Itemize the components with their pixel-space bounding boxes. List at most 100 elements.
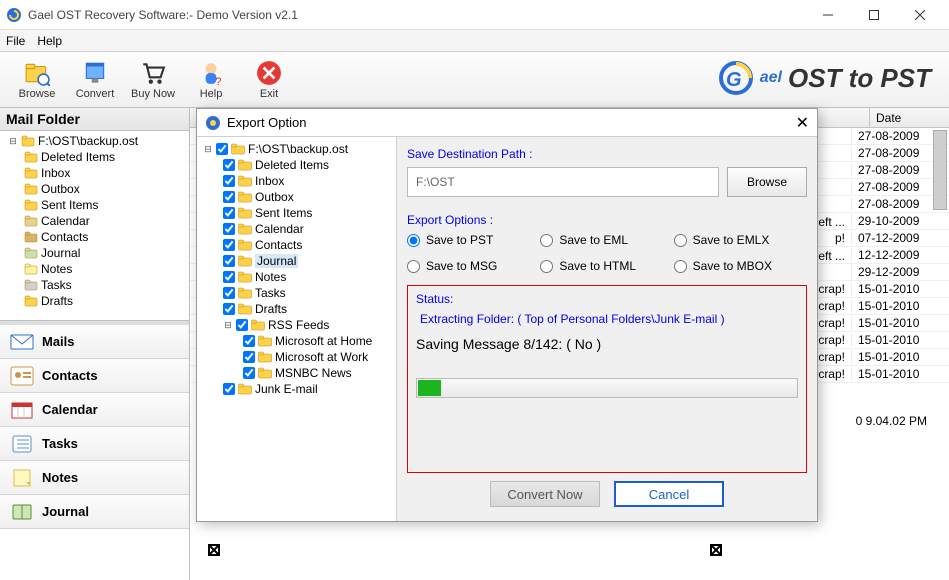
export-option-save to eml[interactable]: Save to EML xyxy=(540,233,673,247)
progress-fill xyxy=(418,380,441,396)
export-tree[interactable]: ⊟F:\OST\backup.ostDeleted ItemsInboxOutb… xyxy=(197,137,397,521)
tree-item[interactable]: Tasks xyxy=(4,277,185,293)
tree-item[interactable]: Outbox xyxy=(4,181,185,197)
status-box: Status: Extracting Folder: ( Top of Pers… xyxy=(407,285,807,473)
help-icon: ? xyxy=(198,60,224,86)
export-tree-item[interactable]: Journal xyxy=(201,253,392,269)
row-subject: scrap! xyxy=(812,367,851,381)
nav-journal[interactable]: Journal xyxy=(0,495,189,529)
nav-calendar[interactable]: Calendar xyxy=(0,393,189,427)
dialog-titlebar: Export Option ✕ xyxy=(197,109,817,137)
row-date: 29-12-2009 xyxy=(851,265,931,279)
nav-tasks[interactable]: Tasks xyxy=(0,427,189,461)
tree-item[interactable]: Calendar xyxy=(4,213,185,229)
export-tree-item[interactable]: Microsoft at Home xyxy=(201,333,392,349)
export-tree-item[interactable]: Notes xyxy=(201,269,392,285)
folder-tree[interactable]: ⊟F:\OST\backup.ostDeleted ItemsInboxOutb… xyxy=(0,131,189,321)
tree-checkbox[interactable] xyxy=(223,287,235,299)
export-tree-item[interactable]: Outbox xyxy=(201,189,392,205)
export-tree-item[interactable]: Junk E-mail xyxy=(201,381,392,397)
toolbar-exit[interactable]: Exit xyxy=(240,54,298,106)
tree-checkbox[interactable] xyxy=(223,191,235,203)
row-date: 27-08-2009 xyxy=(851,163,931,177)
export-tree-item[interactable]: Inbox xyxy=(201,173,392,189)
tasks-icon xyxy=(10,433,34,455)
minimize-button[interactable] xyxy=(805,0,851,30)
toolbar-buy[interactable]: Buy Now xyxy=(124,54,182,106)
export-option-save to mbox[interactable]: Save to MBOX xyxy=(674,259,807,273)
tree-checkbox[interactable] xyxy=(216,143,228,155)
tree-checkbox[interactable] xyxy=(223,207,235,219)
export-tree-item[interactable]: Drafts xyxy=(201,301,392,317)
nav-notes[interactable]: Notes xyxy=(0,461,189,495)
scrollbar-thumb[interactable] xyxy=(933,130,947,210)
tree-root[interactable]: ⊟F:\OST\backup.ost xyxy=(4,133,185,149)
save-path-input[interactable]: F:\OST xyxy=(407,167,719,197)
save-path-label: Save Destination Path : xyxy=(407,147,807,161)
export-option-save to pst[interactable]: Save to PST xyxy=(407,233,540,247)
tree-checkbox[interactable] xyxy=(236,319,248,331)
convert-now-button[interactable]: Convert Now xyxy=(490,481,600,507)
export-tree-item[interactable]: Tasks xyxy=(201,285,392,301)
brand-text: OST to PST xyxy=(788,63,931,94)
toolbar-browse[interactable]: Browse xyxy=(8,54,66,106)
nav-mails[interactable]: Mails xyxy=(0,325,189,359)
toolbar-help[interactable]: ? Help xyxy=(182,54,240,106)
browse-button[interactable]: Browse xyxy=(727,167,807,197)
tree-item[interactable]: Sent Items xyxy=(4,197,185,213)
export-option-save to msg[interactable]: Save to MSG xyxy=(407,259,540,273)
export-tree-root[interactable]: ⊟F:\OST\backup.ost xyxy=(201,141,392,157)
tree-checkbox[interactable] xyxy=(243,367,255,379)
dialog-close-icon[interactable]: ✕ xyxy=(796,113,809,133)
export-option-save to html[interactable]: Save to HTML xyxy=(540,259,673,273)
radio-input[interactable] xyxy=(407,260,420,273)
tree-item[interactable]: Notes xyxy=(4,261,185,277)
tree-checkbox[interactable] xyxy=(223,303,235,315)
nav-contacts[interactable]: Contacts xyxy=(0,359,189,393)
col-date-header[interactable]: Date xyxy=(869,108,949,127)
export-tree-item[interactable]: Contacts xyxy=(201,237,392,253)
browse-icon xyxy=(24,60,50,86)
export-tree-item[interactable]: Deleted Items xyxy=(201,157,392,173)
menu-file[interactable]: File xyxy=(6,34,25,48)
contacts-icon xyxy=(10,365,34,387)
radio-input[interactable] xyxy=(540,260,553,273)
export-tree-item[interactable]: Microsoft at Work xyxy=(201,349,392,365)
radio-input[interactable] xyxy=(540,234,553,247)
export-tree-item[interactable]: ⊟RSS Feeds xyxy=(201,317,392,333)
radio-input[interactable] xyxy=(674,234,687,247)
toolbar-help-label: Help xyxy=(200,88,223,100)
radio-input[interactable] xyxy=(407,234,420,247)
grid-footer-timestamp: 0 9.04.02 PM xyxy=(856,414,927,428)
tree-checkbox[interactable] xyxy=(223,175,235,187)
tree-checkbox[interactable] xyxy=(223,383,235,395)
nav-label: Notes xyxy=(42,470,78,485)
cart-icon xyxy=(140,60,166,86)
tree-checkbox[interactable] xyxy=(223,159,235,171)
close-button[interactable] xyxy=(897,0,943,30)
radio-input[interactable] xyxy=(674,260,687,273)
tree-item[interactable]: Inbox xyxy=(4,165,185,181)
export-tree-item[interactable]: Calendar xyxy=(201,221,392,237)
tree-checkbox[interactable] xyxy=(243,335,255,347)
export-option-save to emlx[interactable]: Save to EMLX xyxy=(674,233,807,247)
unknown-marker-right xyxy=(710,544,722,556)
tree-checkbox[interactable] xyxy=(223,239,235,251)
tree-item[interactable]: Journal xyxy=(4,245,185,261)
toolbar-convert[interactable]: Convert xyxy=(66,54,124,106)
row-subject: p! xyxy=(835,231,851,245)
export-tree-item[interactable]: Sent Items xyxy=(201,205,392,221)
row-date: 27-08-2009 xyxy=(851,197,931,211)
tree-item[interactable]: Contacts xyxy=(4,229,185,245)
exit-icon xyxy=(256,60,282,86)
menu-help[interactable]: Help xyxy=(37,34,62,48)
export-tree-item[interactable]: MSNBC News xyxy=(201,365,392,381)
tree-item[interactable]: Deleted Items xyxy=(4,149,185,165)
tree-item[interactable]: Drafts xyxy=(4,293,185,309)
tree-checkbox[interactable] xyxy=(223,255,235,267)
tree-checkbox[interactable] xyxy=(243,351,255,363)
cancel-button[interactable]: Cancel xyxy=(614,481,724,507)
tree-checkbox[interactable] xyxy=(223,271,235,283)
maximize-button[interactable] xyxy=(851,0,897,30)
tree-checkbox[interactable] xyxy=(223,223,235,235)
